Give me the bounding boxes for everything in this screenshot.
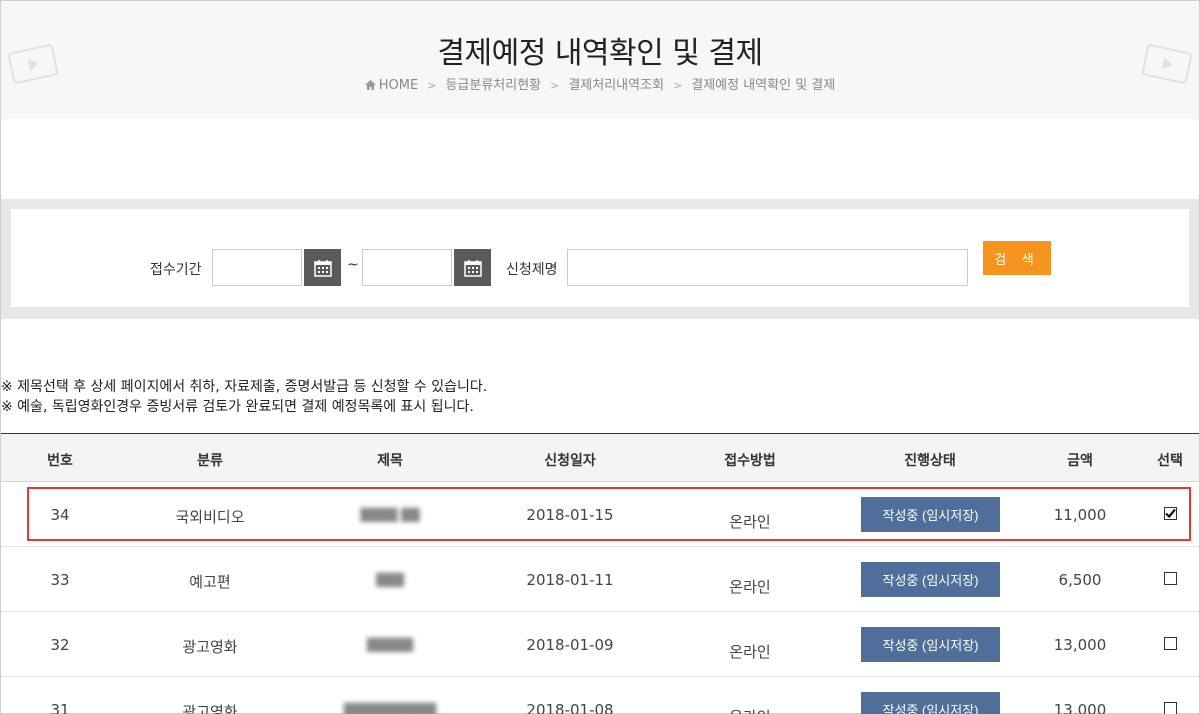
start-calendar-button[interactable] <box>304 249 341 286</box>
row-title-link[interactable]: █████ <box>367 638 413 652</box>
breadcrumb-current: 결제예정 내역확인 및 결제 <box>691 78 836 93</box>
header-method: 접수방법 <box>724 453 776 469</box>
chevron-right-icon: > <box>550 79 560 92</box>
row-title-link[interactable]: ██████████ <box>344 703 436 714</box>
row-category: 광고영화 <box>182 703 238 714</box>
row-method: 온라인 <box>729 643 771 661</box>
row-number: 33 <box>50 571 70 589</box>
breadcrumb-item[interactable]: 결제처리내역조회 <box>568 78 664 93</box>
table-row[interactable]: 31 광고영화 ██████████ 2018-01-08 온라인 작성중 (임시저장) 1… <box>1 677 1199 714</box>
header-amount: 금액 <box>1067 453 1093 469</box>
header-number: 번호 <box>47 453 73 469</box>
page-header: 결제예정 내역확인 및 결제 HOME > 등급분류처리현황 > 결제처리내역조회 > 결제… <box>1 1 1199 119</box>
status-button[interactable]: 작성중 (임시저장) <box>861 692 1000 714</box>
notice-line: ※ 제목선택 후 상세 페이지에서 취하, 자료제출, 증명서발급 등 신청할 … <box>1 379 488 395</box>
notice-line: ※ 예술, 독립영화인경우 증빙서류 검토가 완료되면 결제 예정목록에 표시 … <box>1 399 474 415</box>
status-button[interactable]: 작성중 (임시저장) <box>861 562 1000 597</box>
start-date-input[interactable] <box>212 249 302 286</box>
breadcrumb-home[interactable]: HOME <box>379 78 418 93</box>
date-range-tilde: ~ <box>347 257 359 273</box>
row-number: 32 <box>50 636 70 654</box>
calendar-icon <box>313 259 332 277</box>
row-method: 온라인 <box>729 578 771 596</box>
row-number: 34 <box>50 506 70 524</box>
row-date: 2018-01-15 <box>526 506 614 524</box>
row-amount: 13,000 <box>1053 701 1107 714</box>
row-date: 2018-01-09 <box>526 636 614 654</box>
breadcrumb-item[interactable]: 등급분류처리현황 <box>445 78 541 93</box>
chevron-right-icon: > <box>673 79 683 92</box>
table-body: 34 국외비디오 ████ ██ 2018-01-15 온라인 작성중 (임시저장) 11,… <box>1 482 1199 714</box>
header-select: 선택 <box>1157 453 1183 469</box>
page-title: 결제예정 내역확인 및 결제 <box>437 36 763 71</box>
checkmark-icon <box>1165 508 1176 519</box>
breadcrumb: HOME > 등급분류처리현황 > 결제처리내역조회 > 결제예정 내역확인 및 결제 <box>1 74 1199 93</box>
row-category: 광고영화 <box>182 638 238 656</box>
end-date-input[interactable] <box>362 249 452 286</box>
row-category: 국외비디오 <box>175 508 245 526</box>
status-button[interactable]: 작성중 (임시저장) <box>861 497 1000 532</box>
row-method: 온라인 <box>729 513 771 531</box>
status-button[interactable]: 작성중 (임시저장) <box>861 627 1000 662</box>
home-icon <box>364 80 376 90</box>
table-header: 번호 분류 제목 신청일자 접수방법 진행상태 금액 선택 <box>1 434 1199 482</box>
row-title-link[interactable]: ████ ██ <box>360 508 419 522</box>
select-checkbox[interactable] <box>1164 572 1177 585</box>
table-row[interactable]: 32 광고영화 █████ 2018-01-09 온라인 작성중 (임시저장) 13,000 <box>1 612 1199 677</box>
calendar-icon <box>463 259 482 277</box>
search-box: 접수기간 ~ 신청제명 검 색 <box>11 209 1189 307</box>
select-checkbox[interactable] <box>1164 702 1177 714</box>
period-label: 접수기간 <box>150 262 202 278</box>
header-status: 진행상태 <box>904 453 956 469</box>
chevron-right-icon: > <box>427 79 437 92</box>
row-method: 온라인 <box>729 706 770 714</box>
row-amount: 11,000 <box>1053 506 1107 524</box>
row-date: 2018-01-08 <box>526 701 614 714</box>
title-search-input[interactable] <box>567 249 968 286</box>
title-label: 신청제명 <box>506 262 558 278</box>
select-checkbox[interactable] <box>1164 637 1177 650</box>
row-title-link[interactable]: ███ <box>376 573 404 587</box>
end-calendar-button[interactable] <box>454 249 491 286</box>
header-title: 제목 <box>377 453 403 469</box>
notice-text: ※ 제목선택 후 상세 페이지에서 취하, 자료제출, 증명서발급 등 신청할 … <box>1 377 487 417</box>
table-row[interactable]: 34 국외비디오 ████ ██ 2018-01-15 온라인 작성중 (임시저장) 11,… <box>1 482 1199 547</box>
header-category: 분류 <box>197 453 223 469</box>
row-amount: 6,500 <box>1058 571 1102 589</box>
row-category: 예고편 <box>189 573 231 591</box>
search-button[interactable]: 검 색 <box>983 241 1051 275</box>
select-checkbox[interactable] <box>1164 507 1177 520</box>
row-amount: 13,000 <box>1053 636 1107 654</box>
row-date: 2018-01-11 <box>526 571 614 589</box>
row-number: 31 <box>50 701 70 714</box>
search-panel: 접수기간 ~ 신청제명 검 색 <box>1 199 1199 319</box>
header-date: 신청일자 <box>544 453 596 469</box>
payment-table: 번호 분류 제목 신청일자 접수방법 진행상태 금액 선택 34 국외비디오 ███… <box>1 433 1199 714</box>
table-row[interactable]: 33 예고편 ███ 2018-01-11 온라인 작성중 (임시저장) 6,500 <box>1 547 1199 612</box>
